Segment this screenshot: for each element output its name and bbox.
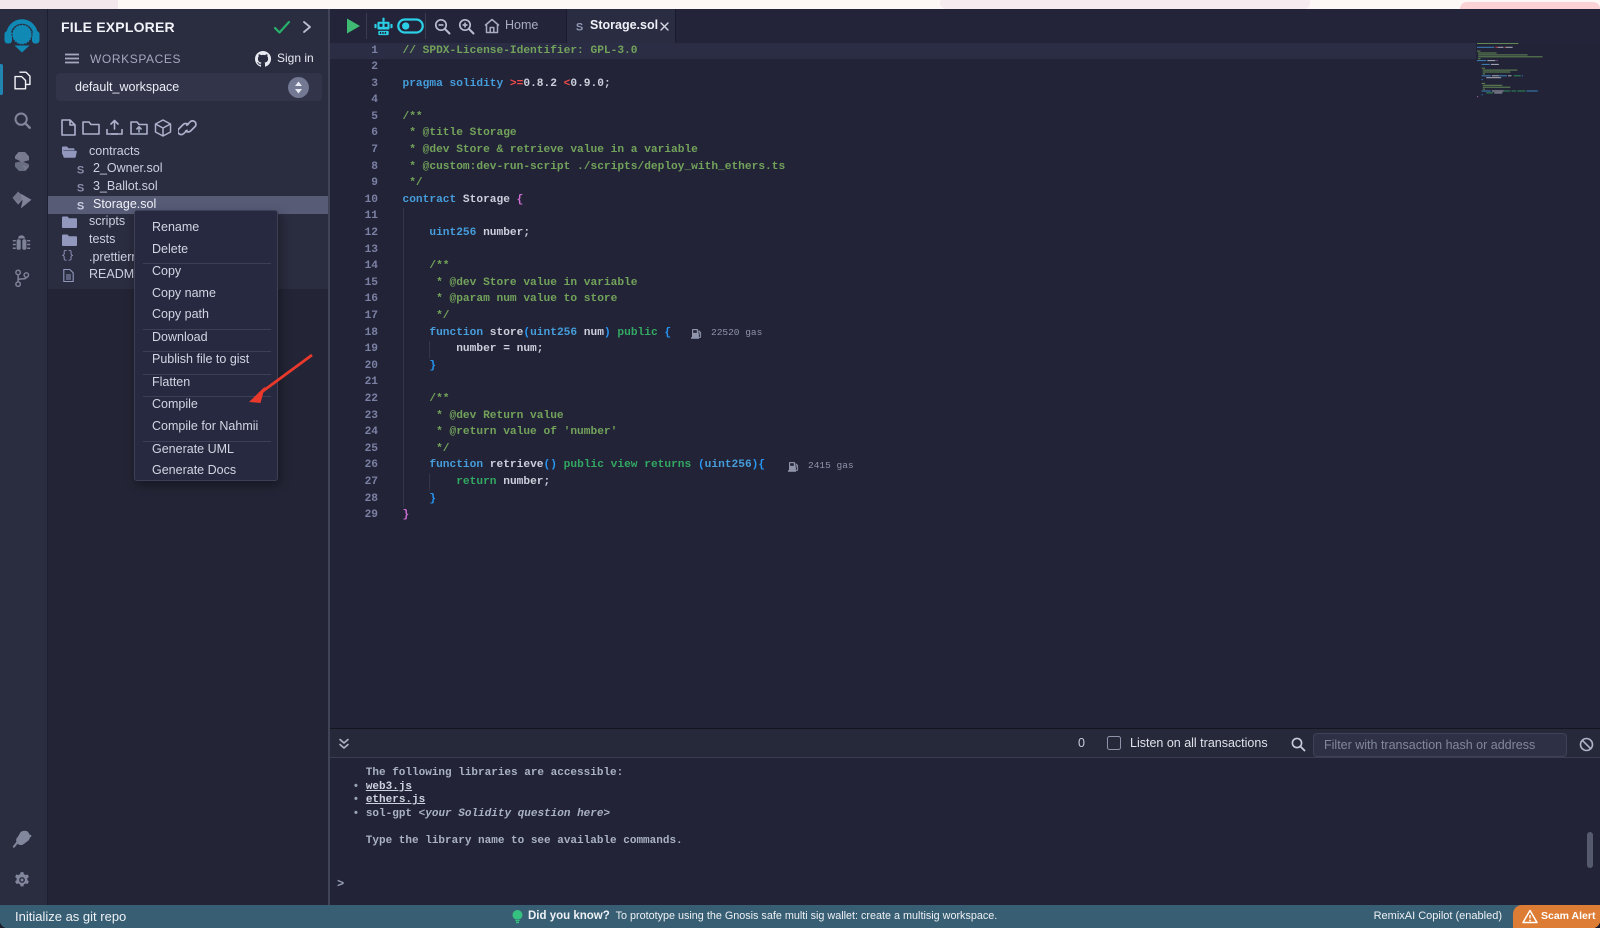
svg-text:S: S: [77, 182, 84, 193]
svg-text:S: S: [77, 200, 84, 211]
svg-text:S: S: [77, 165, 84, 176]
svg-text:S: S: [576, 22, 583, 33]
